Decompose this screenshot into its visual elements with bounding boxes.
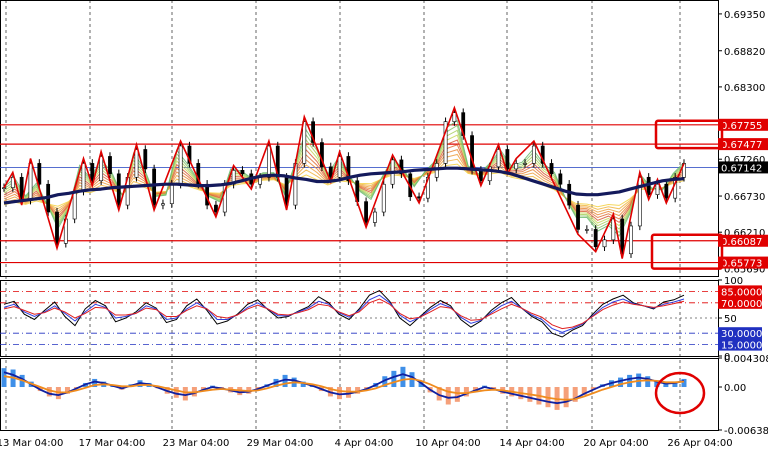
price-y-tick-label: 0.66730: [724, 192, 765, 203]
price-level-label: 0.67755: [721, 121, 762, 132]
current-price-label: 0.67142: [721, 163, 762, 174]
price-candle-body: [364, 201, 368, 223]
histogram-bar: [454, 387, 460, 402]
oscillator-level-label: 85.0000: [721, 287, 762, 298]
x-tick-label: 29 Mar 04:00: [247, 438, 314, 449]
ribbon-ma-line: [3, 144, 685, 220]
price-candle-body: [55, 211, 59, 244]
price-candle-body: [2, 187, 6, 190]
price-candle-body: [584, 229, 589, 231]
price-candle-body: [381, 183, 386, 213]
price-candle-body: [478, 170, 483, 182]
price-candle-body: [81, 163, 86, 192]
price-candle-body: [505, 149, 510, 170]
price-candle-body: [373, 211, 377, 223]
x-tick-label: 20 Apr 04:00: [583, 438, 648, 449]
price-candle-body: [134, 149, 139, 178]
price-candle-body: [37, 163, 42, 185]
price-y-tick-label: 0.69350: [724, 10, 765, 21]
histogram-bar: [1, 368, 7, 388]
oscillator-panel-frame: [0, 280, 719, 357]
price-candle-body: [169, 183, 174, 204]
x-tick-label: 13 Mar 04:00: [0, 438, 63, 449]
price-candle-body: [161, 203, 165, 206]
price-candle-body: [514, 163, 519, 170]
histogram-bar: [400, 366, 406, 388]
oscillator-level-label: 30.0000: [721, 329, 762, 340]
histogram-bar: [445, 387, 451, 405]
oscillator-level-label: 70.0000: [721, 299, 762, 310]
price-level-label: 0.66087: [721, 237, 762, 248]
chart-window: 13 Mar 04:00 17 Mar 04:00 23 Mar 04:00 29 M…: [0, 0, 768, 452]
oscillator-y-tick-label: 50: [724, 314, 737, 325]
price-candle-body: [152, 168, 157, 206]
support-highlight-box: [650, 233, 724, 270]
price-candle-body: [531, 145, 536, 164]
zigzag-line: [3, 105, 685, 259]
x-tick-label: 4 Apr 04:00: [335, 438, 394, 449]
histogram-bar: [391, 370, 397, 388]
price-candle-body: [258, 176, 263, 185]
price-candle-body: [558, 173, 563, 185]
price-candle-body: [602, 239, 607, 248]
price-panel-frame: [0, 0, 719, 277]
histogram-bar: [627, 374, 633, 388]
price-candle-body: [637, 176, 642, 227]
histogram-bar: [336, 387, 342, 400]
price-candle-body: [496, 149, 501, 168]
histogram-bar: [563, 387, 569, 408]
price-candle-body: [576, 204, 580, 230]
price-candle-body: [28, 163, 33, 201]
chart-canvas: 13 Mar 04:00 17 Mar 04:00 23 Mar 04:00 29 M…: [0, 0, 768, 449]
price-y-tick-label: 0.68300: [724, 83, 765, 94]
price-candle-body: [240, 170, 245, 175]
oscillator-level-label: 15.0000: [721, 341, 762, 352]
price-candle-body: [337, 156, 342, 178]
histogram-bar: [681, 378, 687, 388]
x-tick-label: 14 Apr 04:00: [499, 438, 564, 449]
price-level-label: 0.67477: [721, 140, 762, 151]
histogram-y-tick-label: -0.0063849: [724, 426, 768, 437]
x-tick-label: 26 Apr 04:00: [667, 438, 732, 449]
x-tick-label: 17 Mar 04:00: [79, 438, 146, 449]
x-tick-label: 10 Apr 04:00: [415, 438, 480, 449]
price-candle-body: [214, 204, 218, 213]
histogram-panel-frame: [0, 358, 719, 431]
price-candle-body: [452, 112, 457, 122]
price-candle-body: [523, 163, 527, 165]
price-candle-body: [267, 145, 271, 178]
price-candle-body: [72, 190, 77, 220]
price-candle-body: [108, 156, 112, 175]
price-y-tick-label: 0.68820: [724, 47, 765, 58]
price-candle-body: [302, 121, 307, 164]
price-level-label: 0.65773: [721, 259, 762, 270]
price-candle-body: [178, 145, 183, 185]
histogram-y-tick-label: 0.0043084: [724, 354, 768, 365]
price-candle-body: [143, 149, 148, 170]
histogram-bar: [182, 387, 188, 401]
price-candle-body: [620, 218, 625, 255]
price-candle-body: [116, 173, 121, 206]
x-tick-label: 23 Mar 04:00: [163, 438, 230, 449]
histogram-bar: [46, 387, 52, 397]
price-candle-body: [593, 229, 598, 248]
histogram-y-tick-label: 0.00: [724, 383, 746, 394]
price-candle-body: [655, 183, 660, 195]
price-candle-body: [629, 225, 633, 255]
oscillator-y-tick-label: 100: [724, 276, 743, 287]
price-candle-body: [549, 163, 554, 175]
price-candle-body: [567, 183, 572, 206]
price-candle-body: [664, 183, 669, 199]
price-candle-body: [99, 156, 104, 182]
ribbon-ma-line: [3, 134, 685, 227]
